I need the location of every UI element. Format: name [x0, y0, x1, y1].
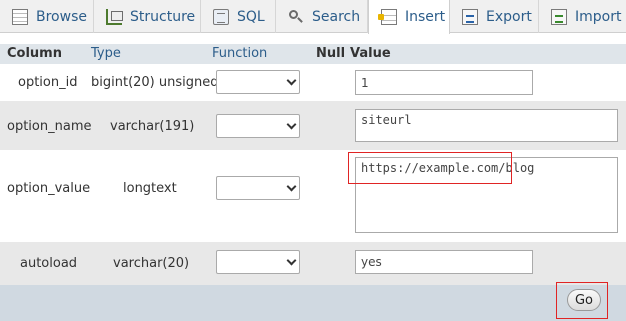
- function-select[interactable]: [216, 176, 300, 200]
- browse-icon: [12, 8, 28, 25]
- tab-export[interactable]: Export: [450, 0, 539, 33]
- function-select[interactable]: [216, 250, 300, 274]
- insert-icon: [378, 9, 397, 25]
- null-header: Null: [316, 46, 346, 61]
- value-input[interactable]: [355, 70, 533, 95]
- column-type: bigint(20) unsigned: [91, 75, 219, 90]
- column-type: varchar(20): [113, 256, 190, 271]
- search-icon: [288, 9, 304, 25]
- tab-import[interactable]: Import: [539, 0, 626, 33]
- structure-icon: [106, 8, 123, 25]
- tab-label: Search: [312, 8, 361, 25]
- tab-label: Export: [486, 8, 532, 25]
- column-type: varchar(191): [110, 119, 195, 134]
- sql-icon: [213, 8, 229, 25]
- column-header: Column: [7, 46, 62, 61]
- tab-label: Browse: [36, 8, 87, 25]
- value-textarea[interactable]: siteurl: [355, 109, 618, 142]
- go-button[interactable]: Go: [567, 289, 601, 311]
- table-header: Column Type Function Null Value: [0, 44, 626, 64]
- type-header[interactable]: Type: [91, 44, 121, 64]
- export-icon: [462, 8, 478, 25]
- column-name: autoload: [20, 256, 78, 271]
- value-input[interactable]: [355, 250, 533, 274]
- table-row: autoload varchar(20): [0, 242, 626, 285]
- function-header[interactable]: Function: [212, 44, 267, 64]
- value-header: Value: [350, 46, 391, 61]
- tab-search[interactable]: Search: [276, 0, 368, 33]
- table-row: option_value longtext https://example.co…: [0, 150, 626, 242]
- tab-label: SQL: [237, 8, 265, 25]
- column-name: option_value: [7, 181, 91, 196]
- function-select[interactable]: [216, 114, 300, 138]
- tab-label: Import: [575, 8, 622, 25]
- function-select[interactable]: [216, 70, 300, 94]
- column-type: longtext: [123, 181, 177, 196]
- tab-structure[interactable]: Structure: [94, 0, 201, 33]
- table-row: option_id bigint(20) unsigned: [0, 64, 626, 101]
- import-icon: [551, 8, 567, 25]
- tab-label: Structure: [130, 8, 196, 25]
- tab-sql[interactable]: SQL: [201, 0, 276, 33]
- tab-insert[interactable]: Insert: [368, 0, 450, 34]
- table-row: option_name varchar(191) siteurl: [0, 101, 626, 150]
- column-name: option_name: [7, 119, 92, 134]
- tab-browse[interactable]: Browse: [0, 0, 94, 33]
- form-footer: [0, 285, 626, 321]
- column-name: option_id: [18, 75, 78, 90]
- tab-bar: Browse Structure SQL Search Insert Expor…: [0, 0, 626, 34]
- value-textarea[interactable]: https://example.com/blog: [355, 157, 618, 233]
- tab-label: Insert: [405, 9, 446, 25]
